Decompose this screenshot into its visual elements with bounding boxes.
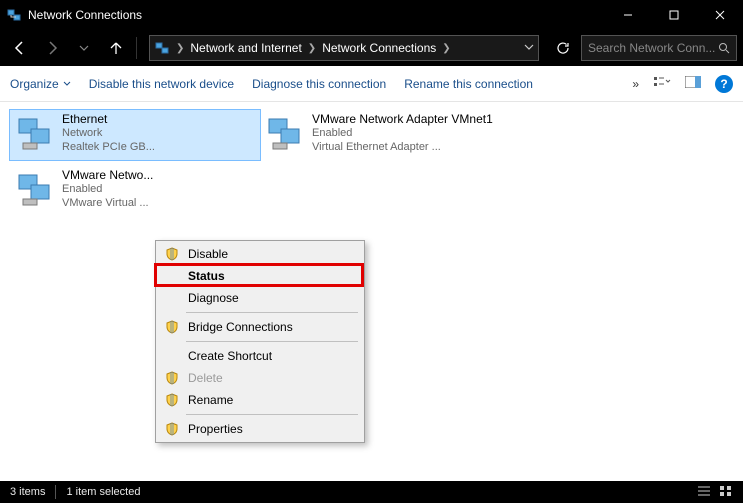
overflow-button[interactable]: » [632,77,639,91]
chevron-right-icon[interactable]: ❯ [306,43,318,54]
organize-button[interactable]: Organize [10,77,71,91]
title-bar: Network Connections [0,0,743,30]
help-button[interactable]: ? [715,75,733,93]
ctx-create-shortcut[interactable]: Create Shortcut [158,345,362,367]
search-placeholder: Search Network Conn... [588,41,718,55]
nav-separator [136,37,137,59]
menu-separator [186,341,358,342]
network-adapter-icon [14,112,56,154]
search-input[interactable]: Search Network Conn... [581,35,737,61]
menu-separator [186,312,358,313]
network-item-vmnet1[interactable]: VMware Network Adapter VMnet1 Enabled Vi… [260,110,510,160]
ctx-rename[interactable]: Rename [158,389,362,411]
view-options-button[interactable] [653,75,671,92]
icons-view-button[interactable] [719,485,733,500]
control-panel-icon [154,40,170,56]
status-selected: 1 item selected [66,486,140,498]
ctx-label: Delete [188,371,223,385]
network-item-vmnet2[interactable]: VMware Netwo... Enabled VMware Virtual .… [10,166,260,216]
breadcrumb-seg1[interactable]: Network and Internet [190,41,301,55]
nav-bar: ❯ Network and Internet ❯ Network Connect… [0,30,743,66]
back-button[interactable] [6,34,34,62]
ctx-disable[interactable]: Disable [158,243,362,265]
app-icon [6,7,22,23]
shield-icon [164,421,180,437]
recent-locations-button[interactable] [70,34,98,62]
ctx-bridge[interactable]: Bridge Connections [158,316,362,338]
details-view-button[interactable] [697,485,711,500]
forward-button[interactable] [38,34,66,62]
item-status: Enabled [312,126,493,140]
ctx-label: Create Shortcut [188,349,272,363]
address-dropdown-icon[interactable] [524,41,534,55]
close-button[interactable] [697,0,743,30]
command-bar: Organize Disable this network device Dia… [0,66,743,102]
ctx-label: Bridge Connections [188,320,293,334]
ctx-delete: Delete [158,367,362,389]
item-device: Virtual Ethernet Adapter ... [312,140,493,154]
network-adapter-icon [14,168,56,210]
organize-label: Organize [10,77,59,91]
menu-separator [186,414,358,415]
maximize-button[interactable] [651,0,697,30]
item-status: Network [62,126,155,140]
ctx-label: Disable [188,247,228,261]
shield-icon [164,319,180,335]
item-status: Enabled [62,182,153,196]
breadcrumb-seg2[interactable]: Network Connections [322,41,436,55]
shield-icon [164,246,180,262]
blank-icon [164,290,180,306]
ctx-label: Status [188,269,225,283]
status-bar: 3 items 1 item selected [0,481,743,503]
disable-device-button[interactable]: Disable this network device [89,77,234,91]
item-name: Ethernet [62,112,155,126]
address-bar[interactable]: ❯ Network and Internet ❯ Network Connect… [149,35,539,61]
item-name: VMware Network Adapter VMnet1 [312,112,493,126]
refresh-button[interactable] [549,34,577,62]
context-menu: Disable Status Diagnose Bridge Connectio… [155,240,365,443]
up-button[interactable] [102,34,130,62]
ctx-status[interactable]: Status [158,265,362,287]
ctx-properties[interactable]: Properties [158,418,362,440]
minimize-button[interactable] [605,0,651,30]
item-device: Realtek PCIe GB... [62,140,155,154]
shield-icon [164,392,180,408]
diagnose-button[interactable]: Diagnose this connection [252,77,386,91]
search-icon [718,42,730,54]
rename-button[interactable]: Rename this connection [404,77,533,91]
item-name: VMware Netwo... [62,168,153,182]
ctx-label: Diagnose [188,291,239,305]
ctx-label: Rename [188,393,233,407]
content-area: Ethernet Network Realtek PCIe GB... VMwa… [0,102,743,481]
blank-icon [164,348,180,364]
status-separator [55,485,56,499]
network-adapter-icon [264,112,306,154]
network-item-ethernet[interactable]: Ethernet Network Realtek PCIe GB... [10,110,260,160]
chevron-down-icon [63,80,71,88]
item-device: VMware Virtual ... [62,196,153,210]
window-title: Network Connections [28,8,605,22]
blank-icon [164,268,180,284]
shield-icon [164,370,180,386]
preview-pane-button[interactable] [685,76,701,91]
ctx-label: Properties [188,422,243,436]
ctx-diagnose[interactable]: Diagnose [158,287,362,309]
chevron-right-icon[interactable]: ❯ [440,43,452,54]
chevron-right-icon[interactable]: ❯ [174,43,186,54]
status-count: 3 items [10,486,45,498]
